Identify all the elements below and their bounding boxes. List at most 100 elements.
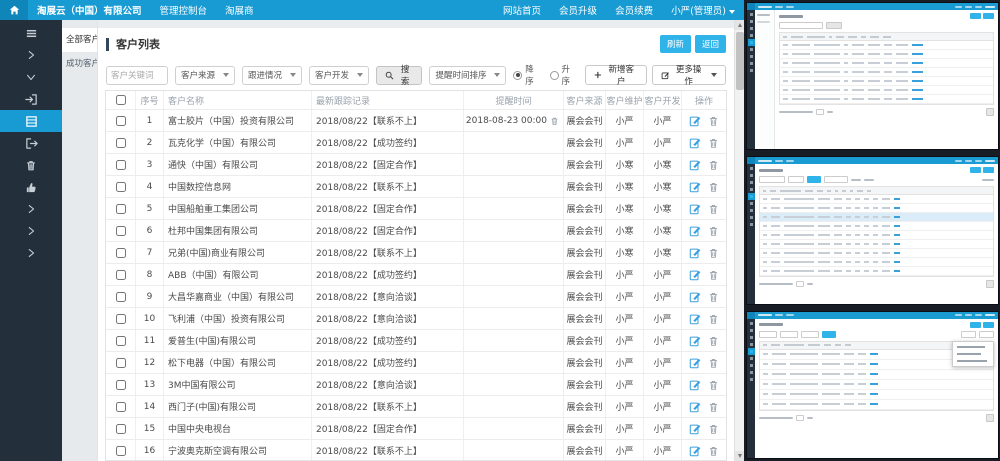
- row-checkbox[interactable]: [116, 160, 126, 170]
- keyword-input[interactable]: [106, 66, 168, 85]
- home-button[interactable]: [0, 0, 28, 20]
- scrollbar-thumb[interactable]: [736, 32, 744, 90]
- edit-icon[interactable]: [689, 269, 701, 281]
- sidebar-item-all-customers[interactable]: 全部客户: [62, 28, 97, 52]
- preview-customer-deals[interactable]: [746, 2, 999, 150]
- delete-icon[interactable]: [708, 291, 719, 303]
- delete-icon[interactable]: [708, 137, 719, 149]
- radio-desc[interactable]: 降序: [513, 63, 541, 87]
- vertical-scrollbar[interactable]: [734, 20, 744, 461]
- edit-icon[interactable]: [689, 445, 701, 457]
- radio-asc[interactable]: 升序: [550, 63, 578, 87]
- sort-select[interactable]: 提醒时间排序: [429, 66, 506, 85]
- row-no: 16: [136, 440, 164, 460]
- edit-icon[interactable]: [689, 159, 701, 171]
- select-all-checkbox[interactable]: [116, 95, 126, 105]
- edit-icon[interactable]: [689, 225, 701, 237]
- chevron-right-icon[interactable]: [0, 242, 62, 264]
- chevron-right-icon[interactable]: [0, 220, 62, 242]
- row-checkbox[interactable]: [116, 314, 126, 324]
- menu-icon[interactable]: [0, 22, 62, 44]
- mini-content: [755, 319, 998, 458]
- preview-customer-filtered[interactable]: [746, 311, 999, 459]
- add-customer-button[interactable]: 新增客户: [585, 65, 647, 85]
- edit-icon[interactable]: [689, 357, 701, 369]
- row-checkbox[interactable]: [116, 138, 126, 148]
- delete-icon[interactable]: [708, 159, 719, 171]
- edit-icon[interactable]: [689, 203, 701, 215]
- edit-icon[interactable]: [689, 291, 701, 303]
- chevron-right-icon[interactable]: [0, 198, 62, 220]
- delete-icon[interactable]: [708, 225, 719, 237]
- source-select[interactable]: 客户来源: [175, 66, 235, 85]
- search-button[interactable]: 搜索: [376, 66, 422, 85]
- user-menu[interactable]: 小严(管理员): [662, 3, 744, 17]
- scroll-up-arrow[interactable]: [735, 20, 745, 30]
- delete-icon[interactable]: [708, 269, 719, 281]
- edit-icon[interactable]: [689, 137, 701, 149]
- mini-back-button: [983, 167, 994, 173]
- delete-icon[interactable]: [708, 335, 719, 347]
- delete-icon[interactable]: [708, 357, 719, 369]
- edit-icon[interactable]: [689, 423, 701, 435]
- delete-icon[interactable]: [708, 445, 719, 457]
- delete-icon[interactable]: [708, 423, 719, 435]
- col-reminder: 提醒时间: [464, 91, 564, 109]
- row-checkbox[interactable]: [116, 336, 126, 346]
- delete-icon[interactable]: [708, 379, 719, 391]
- scroll-down-arrow[interactable]: [735, 451, 745, 461]
- chevron-down-icon: [223, 73, 229, 77]
- row-checkbox[interactable]: [116, 182, 126, 192]
- edit-icon[interactable]: [689, 247, 701, 259]
- sidebar-item-success-customers[interactable]: 成功客户: [62, 52, 97, 76]
- back-button[interactable]: 返回: [695, 35, 726, 53]
- delete-icon[interactable]: [708, 181, 719, 193]
- row-checkbox[interactable]: [116, 358, 126, 368]
- row-checkbox[interactable]: [116, 248, 126, 258]
- reminder-delete-icon[interactable]: [550, 116, 559, 126]
- edit-icon[interactable]: [689, 313, 701, 325]
- customer-developer: 小严: [644, 396, 682, 417]
- developer-select[interactable]: 客户开发: [309, 66, 369, 85]
- customer-keeper: 小寒: [606, 242, 644, 263]
- brand-title[interactable]: 淘展云（中国）有限公司: [28, 3, 151, 17]
- delete-icon[interactable]: [708, 247, 719, 259]
- row-checkbox[interactable]: [116, 424, 126, 434]
- nav-member-upgrade[interactable]: 会员升级: [550, 3, 606, 17]
- row-checkbox[interactable]: [116, 380, 126, 390]
- nav-site-home[interactable]: 网站首页: [494, 3, 550, 17]
- refresh-button[interactable]: 刷新: [660, 35, 691, 53]
- chevron-down-icon[interactable]: [0, 66, 62, 88]
- row-checkbox[interactable]: [116, 226, 126, 236]
- sign-out-icon[interactable]: [0, 132, 62, 154]
- thumbs-up-icon[interactable]: [0, 176, 62, 198]
- edit-icon[interactable]: [689, 379, 701, 391]
- row-checkbox[interactable]: [116, 116, 126, 126]
- row-checkbox[interactable]: [116, 446, 126, 456]
- row-checkbox[interactable]: [116, 270, 126, 280]
- nav-console[interactable]: 管理控制台: [151, 3, 217, 17]
- edit-icon[interactable]: [689, 335, 701, 347]
- edit-icon[interactable]: [689, 115, 701, 127]
- delete-icon[interactable]: [708, 313, 719, 325]
- delete-icon[interactable]: [708, 401, 719, 413]
- nav-taozhanshang[interactable]: 淘展商: [216, 3, 263, 17]
- list-icon[interactable]: [0, 110, 62, 132]
- row-no: 3: [136, 154, 164, 175]
- delete-icon[interactable]: [708, 203, 719, 215]
- row-checkbox[interactable]: [116, 204, 126, 214]
- chevron-right-icon[interactable]: [0, 44, 62, 66]
- nav-member-renew[interactable]: 会员续费: [606, 3, 662, 17]
- preview-customer-list-wide[interactable]: [746, 156, 999, 304]
- edit-icon[interactable]: [689, 401, 701, 413]
- follow-status-select[interactable]: 跟进情况: [242, 66, 302, 85]
- sign-in-icon[interactable]: [0, 88, 62, 110]
- row-checkbox[interactable]: [116, 402, 126, 412]
- edit-icon[interactable]: [689, 181, 701, 193]
- trash-icon[interactable]: [0, 154, 62, 176]
- mini-table-row: [760, 258, 993, 267]
- more-actions-button[interactable]: 更多操作: [652, 65, 726, 85]
- row-checkbox[interactable]: [116, 292, 126, 302]
- delete-icon[interactable]: [708, 115, 719, 127]
- mini-table-row: [760, 213, 993, 222]
